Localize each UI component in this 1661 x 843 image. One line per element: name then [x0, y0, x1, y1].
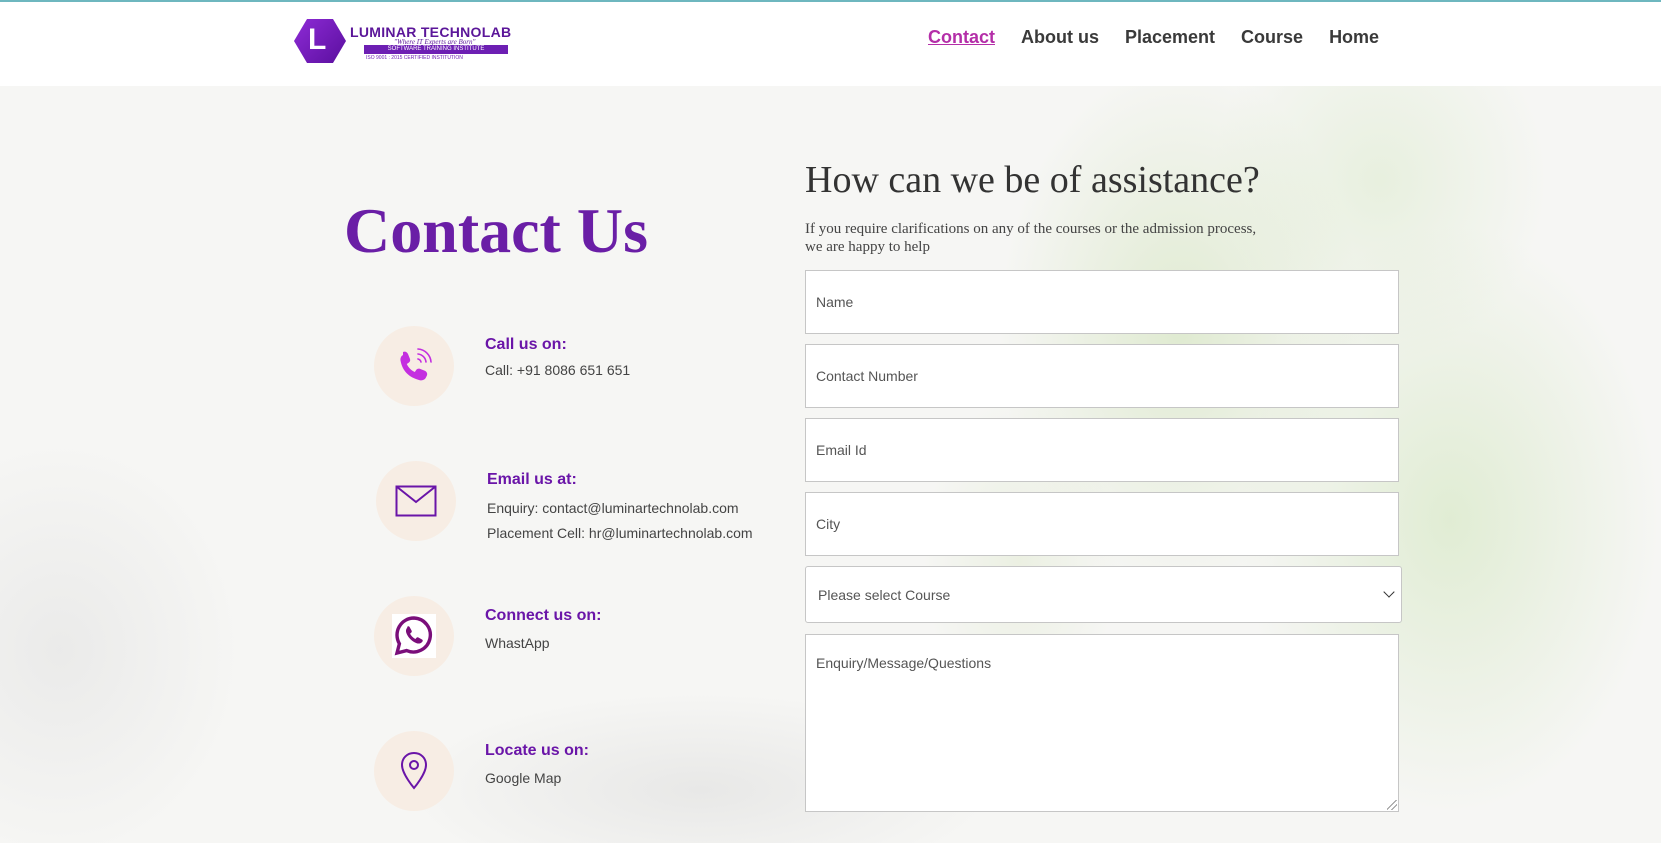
- enquiry-email[interactable]: Enquiry: contact@luminartechnolab.com: [487, 500, 739, 516]
- whatsapp-link[interactable]: WhastApp: [485, 635, 550, 651]
- contact-number-input[interactable]: [805, 344, 1399, 408]
- location-pin-icon: [400, 751, 428, 790]
- luminar-logo[interactable]: L LUMINAR TECHNOLAB "Where IT Experts ar…: [294, 19, 530, 65]
- site-header: L LUMINAR TECHNOLAB "Where IT Experts ar…: [0, 2, 1661, 86]
- nav-contact[interactable]: Contact: [928, 27, 995, 48]
- name-input[interactable]: [805, 270, 1399, 334]
- form-subtitle-line-2: we are happy to help: [805, 239, 930, 255]
- locate-us-heading: Locate us on:: [485, 742, 590, 759]
- location-icon-circle[interactable]: [374, 731, 454, 811]
- form-title: How can we be of assistance?: [805, 159, 1260, 201]
- nav-about-us[interactable]: About us: [1021, 27, 1099, 48]
- call-us-heading: Call us on:: [485, 336, 567, 353]
- form-subtitle-line-1: If you require clarifications on any of …: [805, 221, 1257, 237]
- main-nav: Contact About us Placement Course Home: [928, 27, 1379, 48]
- city-input[interactable]: [805, 492, 1399, 556]
- connect-us-heading: Connect us on:: [485, 607, 602, 624]
- google-map-link[interactable]: Google Map: [485, 770, 561, 786]
- call-us-number[interactable]: Call: +91 8086 651 651: [485, 362, 630, 378]
- resize-handle-icon[interactable]: [1387, 800, 1397, 810]
- phone-icon: [400, 348, 432, 381]
- whatsapp-icon: [392, 614, 436, 658]
- phone-icon-circle[interactable]: [374, 326, 454, 406]
- nav-placement[interactable]: Placement: [1125, 27, 1215, 48]
- course-select[interactable]: Please select Course: [805, 566, 1402, 623]
- logo-certification: ISO 9001 : 2015 CERTIFIED INSTITUTION: [366, 55, 463, 61]
- logo-institute-label: SOFTWARE TRAINING INSTITUTE: [364, 45, 508, 54]
- nav-home[interactable]: Home: [1329, 27, 1379, 48]
- form-subtitle: If you require clarifications on any of …: [805, 220, 1325, 256]
- envelope-icon: [395, 485, 437, 517]
- nav-course[interactable]: Course: [1241, 27, 1303, 48]
- logo-hexagon-icon: L: [294, 19, 346, 63]
- email-input[interactable]: [805, 418, 1399, 482]
- contact-us-title: Contact Us: [344, 195, 648, 266]
- whatsapp-icon-circle[interactable]: [374, 596, 454, 676]
- envelope-icon-circle[interactable]: [376, 461, 456, 541]
- placement-email[interactable]: Placement Cell: hr@luminartechnolab.com: [487, 525, 753, 541]
- email-us-heading: Email us at:: [487, 471, 577, 488]
- message-textarea[interactable]: [805, 634, 1399, 812]
